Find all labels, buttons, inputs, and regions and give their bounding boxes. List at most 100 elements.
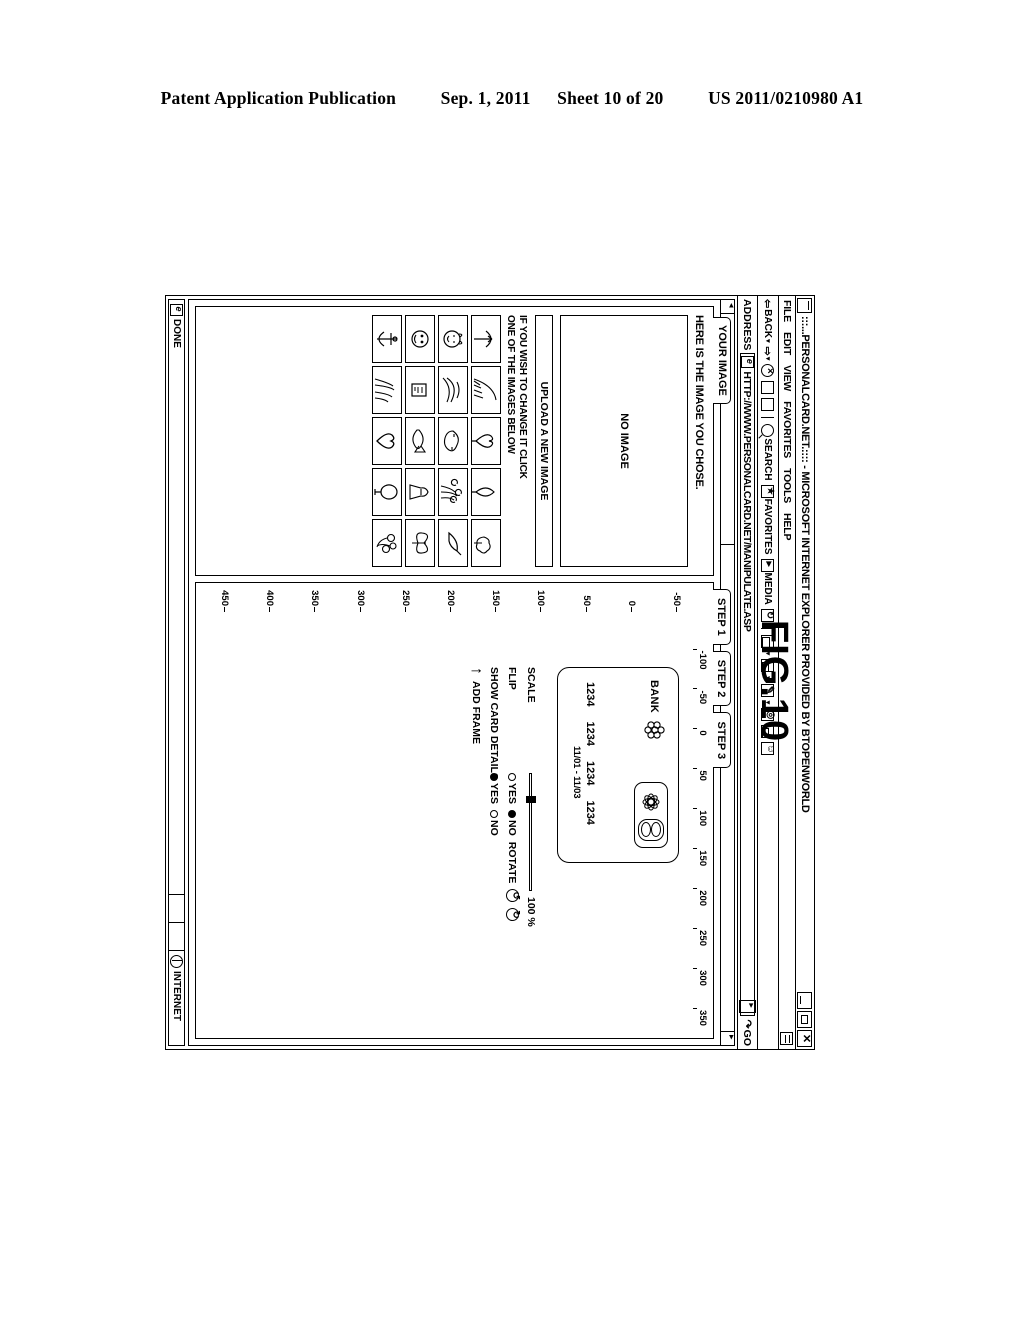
rotate-ccw-icon[interactable] (506, 889, 519, 903)
ruler-v-tick: 0 (626, 601, 637, 612)
thumb-fish[interactable] (405, 417, 435, 465)
go-button[interactable]: ↷ GO (741, 1019, 754, 1046)
menu-item-edit[interactable]: EDIT (781, 332, 793, 355)
flip-yes-label: YES (506, 783, 519, 805)
favorites-star-icon (761, 484, 775, 498)
page-content: YOUR IMAGE HERE IS THE IMAGE YOU CHOSE. … (189, 300, 732, 1045)
menu-item-tools[interactable]: TOOLS (781, 468, 793, 503)
thumb-leaf[interactable] (471, 468, 501, 516)
thumb-mask[interactable] (438, 417, 468, 465)
patent-date: Sep. 1, 2011 (440, 88, 531, 108)
card-number-group-4: 1234 (584, 800, 596, 825)
card-chip-hologram (634, 782, 668, 848)
favorites-button[interactable]: FAVORITES (761, 484, 775, 555)
card-editor-panel: STEP 1 STEP 2 STEP 3 -100 -50 0 50 100 150 200… (195, 582, 731, 1039)
ruler-h-tick: -100 (693, 648, 708, 670)
card-preview[interactable]: BANK 1234 1234 1234 1234 11/01 - 11/03 (557, 667, 679, 863)
card-number-group-3: 1234 (584, 760, 596, 786)
thumb-bird[interactable] (471, 366, 501, 414)
menu-item-file[interactable]: FILE (781, 300, 793, 322)
chip-icon (638, 818, 664, 841)
flip-radio-no[interactable]: NO (507, 810, 519, 836)
ruler-h-tick: 200 (693, 888, 708, 906)
thumb-clown[interactable] (405, 315, 435, 363)
thumb-bird-2[interactable] (438, 519, 468, 567)
forward-button[interactable]: ▾ (762, 347, 775, 361)
home-icon[interactable] (761, 398, 775, 412)
card-number-group-2: 1234 (584, 721, 596, 746)
address-dropdown-icon[interactable] (739, 1000, 756, 1014)
thumb-face-1[interactable] (471, 315, 501, 363)
menu-item-view[interactable]: VIEW (781, 365, 793, 391)
refresh-icon[interactable] (761, 381, 775, 395)
forward-arrow-icon (762, 347, 775, 356)
ruler-h-tick: 50 (693, 768, 708, 781)
status-bar: DONE INTERNET (168, 299, 185, 1046)
media-button[interactable]: MEDIA (761, 558, 775, 605)
upload-new-image-button[interactable]: UPLOAD A NEW IMAGE (535, 315, 553, 567)
thumb-scroll[interactable] (471, 519, 501, 567)
thumb-card[interactable] (405, 366, 435, 414)
thumb-anchor[interactable] (372, 315, 402, 363)
card-controls: SCALE 100 % FLIP YES NO ROTATE ↺ ↻ SHOW … (468, 667, 537, 967)
messenger-icon[interactable] (761, 742, 775, 756)
thumb-grass[interactable] (372, 366, 402, 414)
menu-item-help[interactable]: HELP (781, 513, 793, 540)
show-card-details-control: SHOW CARD DETAILS YES NO (488, 667, 500, 967)
back-dropdown-icon[interactable]: ▾ (764, 339, 772, 343)
your-image-panel: YOUR IMAGE HERE IS THE IMAGE YOU CHOSE. … (195, 306, 732, 576)
thumb-bouquet[interactable] (438, 468, 468, 516)
change-image-note-line1: IF YOU WISH TO CHANGE IT CLICK (517, 315, 528, 479)
media-label: MEDIA (762, 572, 774, 605)
flip-radio-yes[interactable]: YES (507, 773, 519, 804)
thumb-wave[interactable] (438, 366, 468, 414)
thumb-lady[interactable] (405, 468, 435, 516)
thumb-butterfly[interactable] (405, 519, 435, 567)
details-radio-yes[interactable]: YES (488, 773, 500, 804)
image-preview-box: NO IMAGE (560, 315, 688, 567)
minimize-button[interactable] (797, 992, 813, 1009)
thumb-rabbit[interactable] (438, 315, 468, 363)
change-image-note: IF YOU WISH TO CHANGE IT CLICK ONE OF TH… (505, 315, 529, 567)
ruler-h-tick: 100 (693, 808, 708, 826)
thumb-flower-1[interactable] (471, 417, 501, 465)
scale-slider-track (529, 773, 532, 891)
search-button[interactable]: SEARCH (761, 424, 775, 481)
tab-step-1[interactable]: STEP 1 (713, 589, 731, 645)
window-buttons: ✕ (797, 992, 813, 1047)
back-button[interactable]: BACK ▾ (762, 299, 775, 343)
page-body: YOUR IMAGE HERE IS THE IMAGE YOU CHOSE. … (188, 299, 735, 1046)
window-title: :::...PERSONALCARD.NET.:::: - MICROSOFT … (799, 316, 811, 813)
thumb-heart[interactable] (372, 417, 402, 465)
details-radio-no[interactable]: NO (488, 810, 500, 836)
add-frame-control[interactable]: ↑ ADD FRAME (468, 667, 485, 967)
thumb-flowers-2[interactable] (372, 519, 402, 567)
thumb-balloon[interactable] (372, 468, 402, 516)
stop-icon[interactable] (761, 364, 775, 378)
scale-slider[interactable] (525, 773, 537, 891)
rotate-cw-icon[interactable] (506, 908, 519, 922)
maximize-button[interactable] (797, 1011, 813, 1028)
card-canvas[interactable]: BANK 1234 1234 1234 1234 11/01 - 11/03 S… (200, 609, 697, 1034)
add-frame-label: ADD FRAME (470, 681, 482, 744)
scale-label: SCALE (525, 667, 537, 703)
forward-dropdown-icon[interactable]: ▾ (764, 357, 772, 361)
scroll-right-button[interactable] (721, 1031, 734, 1045)
vertical-ruler: -50 0 50 100 150 200 250 300 350 400 450 (200, 583, 697, 612)
scale-slider-knob[interactable] (526, 796, 536, 803)
card-bank-label: BANK (648, 680, 660, 713)
globe-icon (170, 955, 183, 968)
close-button[interactable]: ✕ (797, 1030, 813, 1047)
ruler-v-tick: 300 (355, 590, 366, 612)
ruler-v-tick: 150 (490, 590, 501, 612)
address-value: HTTP://WWW.PERSONALCARD.NET/MANIPULATE.A… (741, 371, 754, 632)
toolbar-separator (761, 417, 775, 419)
show-card-details-label: SHOW CARD DETAILS (488, 667, 500, 780)
tab-step-3[interactable]: STEP 3 (713, 712, 731, 769)
tab-your-image[interactable]: YOUR IMAGE (713, 317, 732, 404)
ruler-h-tick: 150 (693, 848, 708, 866)
tab-step-2[interactable]: STEP 2 (713, 650, 731, 707)
status-cell-3 (169, 923, 184, 951)
menu-item-favorites[interactable]: FAVORITES (781, 401, 793, 458)
scroll-left-button[interactable] (721, 300, 734, 314)
